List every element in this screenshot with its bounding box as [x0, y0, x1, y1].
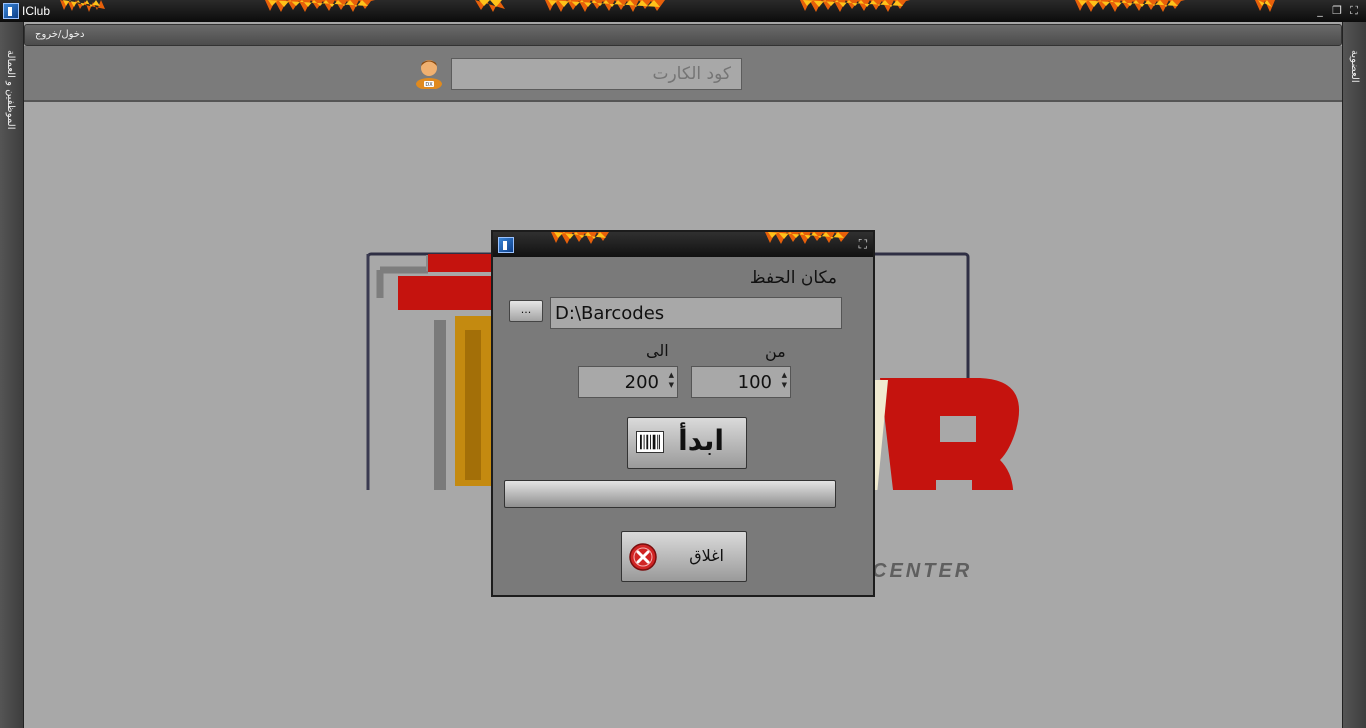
to-value: 200	[624, 372, 659, 393]
side-tab-employees[interactable]: الموظفين و العمالة	[5, 50, 16, 130]
save-path-input[interactable]	[550, 297, 842, 329]
menu-bar: دخول/خروج	[24, 24, 1342, 46]
dialog-titlebar[interactable]: ⛶	[493, 232, 873, 257]
to-number-stepper[interactable]: 200 ▲ ▼	[578, 366, 678, 398]
flame-decoration-icon	[1075, 0, 1185, 12]
flame-decoration-icon	[1255, 0, 1275, 12]
svg-text:DX: DX	[425, 82, 433, 88]
left-side-panel: الموظفين و العمالة	[0, 22, 24, 728]
close-button-label: اغلاق	[689, 546, 724, 565]
card-code-input[interactable]	[451, 58, 742, 90]
minimize-button[interactable]: _	[1313, 4, 1327, 18]
right-side-panel: العضوية	[1342, 22, 1366, 728]
stepper-arrows-icon[interactable]: ▲ ▼	[782, 370, 787, 390]
browse-button[interactable]: ...	[509, 300, 543, 322]
flame-decoration-icon	[765, 232, 849, 244]
flame-decoration-icon	[265, 0, 375, 12]
restore-button[interactable]: ❐	[1330, 4, 1344, 18]
flame-decoration-icon	[60, 0, 105, 12]
app-titlebar: IClub _ ❐ ⛶	[0, 0, 1366, 22]
user-card-icon[interactable]: DX	[414, 57, 444, 89]
from-label: من	[765, 342, 786, 361]
save-location-label: مكان الحفظ	[749, 268, 837, 288]
barcode-dialog: ⛶ مكان الحفظ ... من الى 100 ▲▼ 200 ▲▼ اب…	[491, 230, 875, 597]
flame-decoration-icon	[800, 0, 910, 12]
barcode-icon	[636, 431, 664, 453]
flame-decoration-icon	[545, 0, 665, 12]
from-number-stepper[interactable]: 100 ▲ ▼	[691, 366, 791, 398]
close-icon	[629, 543, 657, 571]
flame-decoration-icon	[475, 0, 505, 12]
logo-center-text: CENTER	[872, 560, 973, 582]
app-logo-icon	[3, 3, 19, 19]
app-title: IClub	[22, 4, 51, 18]
progress-bar	[504, 480, 836, 508]
flame-decoration-icon	[551, 232, 609, 244]
dialog-maximize-button[interactable]: ⛶	[859, 237, 867, 252]
fullscreen-button[interactable]: ⛶	[1347, 4, 1361, 18]
to-label: الى	[646, 341, 669, 360]
side-tab-membership[interactable]: العضوية	[1349, 50, 1360, 83]
close-button[interactable]: اغلاق	[621, 531, 747, 582]
start-button-label: ابدأ	[678, 424, 724, 457]
toolbar: DX	[24, 46, 1342, 102]
dialog-app-icon	[498, 237, 514, 253]
menu-login-logout[interactable]: دخول/خروج	[35, 29, 84, 40]
from-value: 100	[737, 372, 772, 393]
start-button[interactable]: ابدأ	[627, 417, 747, 469]
stepper-arrows-icon[interactable]: ▲ ▼	[669, 370, 674, 390]
